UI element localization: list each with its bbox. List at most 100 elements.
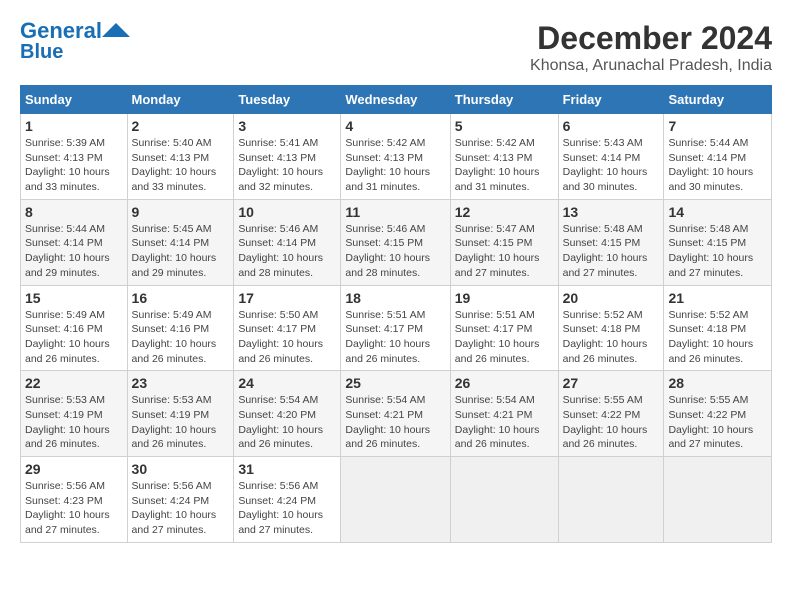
- calendar-cell: 5 Sunrise: 5:42 AM Sunset: 4:13 PM Daylig…: [450, 114, 558, 200]
- calendar-cell: 1 Sunrise: 5:39 AM Sunset: 4:13 PM Daylig…: [21, 114, 128, 200]
- day-number: 24: [238, 375, 336, 391]
- day-info: Sunrise: 5:49 AM Sunset: 4:16 PM Dayligh…: [132, 308, 230, 367]
- calendar-table: SundayMondayTuesdayWednesdayThursdayFrid…: [20, 85, 772, 543]
- calendar-cell: 26 Sunrise: 5:54 AM Sunset: 4:21 PM Dayli…: [450, 371, 558, 457]
- day-info: Sunrise: 5:54 AM Sunset: 4:20 PM Dayligh…: [238, 393, 336, 452]
- calendar-subtitle: Khonsa, Arunachal Pradesh, India: [530, 57, 772, 75]
- calendar-week-row: 15 Sunrise: 5:49 AM Sunset: 4:16 PM Dayli…: [21, 285, 772, 371]
- day-number: 2: [132, 118, 230, 134]
- day-info: Sunrise: 5:52 AM Sunset: 4:18 PM Dayligh…: [668, 308, 767, 367]
- day-info: Sunrise: 5:47 AM Sunset: 4:15 PM Dayligh…: [455, 222, 554, 281]
- day-number: 25: [345, 375, 445, 391]
- day-number: 28: [668, 375, 767, 391]
- day-of-week-header: Saturday: [664, 86, 772, 114]
- calendar-cell: 11Sunrise: 5:46 AM Sunset: 4:15 PM Dayli…: [341, 199, 450, 285]
- calendar-cell: 29Sunrise: 5:56 AM Sunset: 4:23 PM Dayli…: [21, 457, 128, 543]
- day-number: 14: [668, 204, 767, 220]
- calendar-cell: [450, 457, 558, 543]
- day-info: Sunrise: 5:52 AM Sunset: 4:18 PM Dayligh…: [563, 308, 660, 367]
- calendar-cell: [664, 457, 772, 543]
- calendar-cell: 10 Sunrise: 5:46 AM Sunset: 4:14 PM Dayli…: [234, 199, 341, 285]
- day-info: Sunrise: 5:42 AM Sunset: 4:13 PM Dayligh…: [455, 136, 554, 195]
- day-info: Sunrise: 5:56 AM Sunset: 4:23 PM Dayligh…: [25, 479, 123, 538]
- day-info: Sunrise: 5:44 AM Sunset: 4:14 PM Dayligh…: [668, 136, 767, 195]
- day-number: 12: [455, 204, 554, 220]
- day-of-week-header: Monday: [127, 86, 234, 114]
- day-info: Sunrise: 5:48 AM Sunset: 4:15 PM Dayligh…: [668, 222, 767, 281]
- day-info: Sunrise: 5:41 AM Sunset: 4:13 PM Dayligh…: [238, 136, 336, 195]
- day-info: Sunrise: 5:46 AM Sunset: 4:14 PM Dayligh…: [238, 222, 336, 281]
- day-number: 7: [668, 118, 767, 134]
- calendar-cell: 30 Sunrise: 5:56 AM Sunset: 4:24 PM Dayli…: [127, 457, 234, 543]
- calendar-cell: 15 Sunrise: 5:49 AM Sunset: 4:16 PM Dayli…: [21, 285, 128, 371]
- calendar-week-row: 29Sunrise: 5:56 AM Sunset: 4:23 PM Dayli…: [21, 457, 772, 543]
- calendar-cell: 14 Sunrise: 5:48 AM Sunset: 4:15 PM Dayli…: [664, 199, 772, 285]
- calendar-cell: 13 Sunrise: 5:48 AM Sunset: 4:15 PM Dayli…: [558, 199, 664, 285]
- day-number: 17: [238, 290, 336, 306]
- day-number: 8: [25, 204, 123, 220]
- calendar-cell: 28 Sunrise: 5:55 AM Sunset: 4:22 PM Dayli…: [664, 371, 772, 457]
- day-number: 19: [455, 290, 554, 306]
- page-header: General Blue December 2024 Khonsa, Aruna…: [20, 20, 772, 75]
- day-info: Sunrise: 5:54 AM Sunset: 4:21 PM Dayligh…: [345, 393, 445, 452]
- day-info: Sunrise: 5:42 AM Sunset: 4:13 PM Dayligh…: [345, 136, 445, 195]
- day-number: 16: [132, 290, 230, 306]
- day-info: Sunrise: 5:39 AM Sunset: 4:13 PM Dayligh…: [25, 136, 123, 195]
- day-number: 31: [238, 461, 336, 477]
- calendar-cell: 25 Sunrise: 5:54 AM Sunset: 4:21 PM Dayli…: [341, 371, 450, 457]
- day-info: Sunrise: 5:55 AM Sunset: 4:22 PM Dayligh…: [563, 393, 660, 452]
- day-info: Sunrise: 5:46 AM Sunset: 4:15 PM Dayligh…: [345, 222, 445, 281]
- calendar-title: December 2024: [530, 20, 772, 57]
- day-number: 10: [238, 204, 336, 220]
- day-info: Sunrise: 5:40 AM Sunset: 4:13 PM Dayligh…: [132, 136, 230, 195]
- calendar-cell: 4 Sunrise: 5:42 AM Sunset: 4:13 PM Daylig…: [341, 114, 450, 200]
- day-number: 1: [25, 118, 123, 134]
- calendar-cell: 23 Sunrise: 5:53 AM Sunset: 4:19 PM Dayli…: [127, 371, 234, 457]
- day-number: 15: [25, 290, 123, 306]
- calendar-week-row: 8 Sunrise: 5:44 AM Sunset: 4:14 PM Daylig…: [21, 199, 772, 285]
- calendar-cell: 24 Sunrise: 5:54 AM Sunset: 4:20 PM Dayli…: [234, 371, 341, 457]
- calendar-cell: 16 Sunrise: 5:49 AM Sunset: 4:16 PM Dayli…: [127, 285, 234, 371]
- calendar-cell: 7 Sunrise: 5:44 AM Sunset: 4:14 PM Daylig…: [664, 114, 772, 200]
- day-number: 26: [455, 375, 554, 391]
- calendar-week-row: 22Sunrise: 5:53 AM Sunset: 4:19 PM Dayli…: [21, 371, 772, 457]
- day-info: Sunrise: 5:49 AM Sunset: 4:16 PM Dayligh…: [25, 308, 123, 367]
- day-info: Sunrise: 5:48 AM Sunset: 4:15 PM Dayligh…: [563, 222, 660, 281]
- day-number: 13: [563, 204, 660, 220]
- calendar-cell: 12 Sunrise: 5:47 AM Sunset: 4:15 PM Dayli…: [450, 199, 558, 285]
- day-info: Sunrise: 5:53 AM Sunset: 4:19 PM Dayligh…: [25, 393, 123, 452]
- day-info: Sunrise: 5:44 AM Sunset: 4:14 PM Dayligh…: [25, 222, 123, 281]
- title-block: December 2024 Khonsa, Arunachal Pradesh,…: [530, 20, 772, 75]
- day-info: Sunrise: 5:45 AM Sunset: 4:14 PM Dayligh…: [132, 222, 230, 281]
- day-info: Sunrise: 5:51 AM Sunset: 4:17 PM Dayligh…: [345, 308, 445, 367]
- day-of-week-header: Friday: [558, 86, 664, 114]
- day-of-week-header: Tuesday: [234, 86, 341, 114]
- calendar-cell: 2 Sunrise: 5:40 AM Sunset: 4:13 PM Daylig…: [127, 114, 234, 200]
- calendar-cell: 21 Sunrise: 5:52 AM Sunset: 4:18 PM Dayli…: [664, 285, 772, 371]
- day-number: 5: [455, 118, 554, 134]
- calendar-cell: 17Sunrise: 5:50 AM Sunset: 4:17 PM Dayli…: [234, 285, 341, 371]
- calendar-cell: 31Sunrise: 5:56 AM Sunset: 4:24 PM Dayli…: [234, 457, 341, 543]
- day-number: 21: [668, 290, 767, 306]
- calendar-cell: 3Sunrise: 5:41 AM Sunset: 4:13 PM Daylig…: [234, 114, 341, 200]
- day-info: Sunrise: 5:56 AM Sunset: 4:24 PM Dayligh…: [132, 479, 230, 538]
- day-number: 23: [132, 375, 230, 391]
- day-info: Sunrise: 5:43 AM Sunset: 4:14 PM Dayligh…: [563, 136, 660, 195]
- calendar-cell: 19 Sunrise: 5:51 AM Sunset: 4:17 PM Dayli…: [450, 285, 558, 371]
- day-number: 4: [345, 118, 445, 134]
- day-number: 30: [132, 461, 230, 477]
- logo-arrow-icon: [102, 23, 130, 37]
- day-info: Sunrise: 5:51 AM Sunset: 4:17 PM Dayligh…: [455, 308, 554, 367]
- day-info: Sunrise: 5:55 AM Sunset: 4:22 PM Dayligh…: [668, 393, 767, 452]
- day-number: 6: [563, 118, 660, 134]
- logo-blue-text: Blue: [20, 42, 63, 62]
- day-info: Sunrise: 5:54 AM Sunset: 4:21 PM Dayligh…: [455, 393, 554, 452]
- calendar-cell: [341, 457, 450, 543]
- calendar-cell: 27 Sunrise: 5:55 AM Sunset: 4:22 PM Dayli…: [558, 371, 664, 457]
- day-number: 27: [563, 375, 660, 391]
- calendar-cell: 18Sunrise: 5:51 AM Sunset: 4:17 PM Dayli…: [341, 285, 450, 371]
- calendar-cell: 9Sunrise: 5:45 AM Sunset: 4:14 PM Daylig…: [127, 199, 234, 285]
- day-info: Sunrise: 5:53 AM Sunset: 4:19 PM Dayligh…: [132, 393, 230, 452]
- calendar-week-row: 1 Sunrise: 5:39 AM Sunset: 4:13 PM Daylig…: [21, 114, 772, 200]
- day-of-week-header: Sunday: [21, 86, 128, 114]
